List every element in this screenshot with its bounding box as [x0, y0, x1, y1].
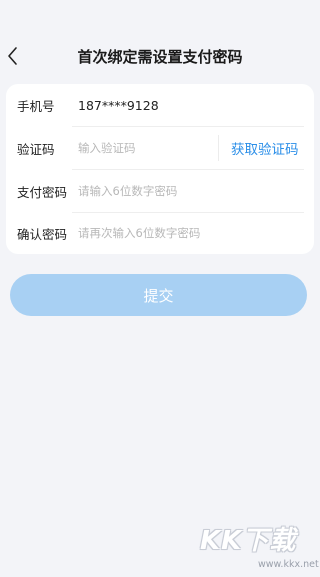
code-label: 验证码 [17, 141, 55, 157]
pay-password-row: 支付密码 [6, 170, 314, 212]
submit-button[interactable]: 提交 [10, 274, 307, 316]
phone-label: 手机号 [17, 98, 55, 114]
phone-row: 手机号 187****9128 [6, 84, 314, 126]
pay-password-input[interactable] [78, 184, 298, 198]
code-input[interactable] [78, 141, 218, 155]
phone-value: 187****9128 [78, 97, 159, 113]
confirm-password-input[interactable] [78, 226, 298, 240]
confirm-password-row: 确认密码 [6, 212, 314, 254]
pay-password-label: 支付密码 [17, 184, 68, 200]
get-code-button[interactable]: 获取验证码 [231, 138, 299, 158]
header-bar: 首次绑定需设置支付密码 [0, 0, 320, 80]
code-row: 验证码 获取验证码 [6, 127, 314, 169]
page-title: 首次绑定需设置支付密码 [77, 48, 243, 66]
watermark-url: www.kkx.net [258, 559, 319, 570]
confirm-password-label: 确认密码 [17, 226, 68, 242]
form-card: 手机号 187****9128 验证码 获取验证码 支付密码 确认密码 [6, 84, 314, 254]
vertical-divider [218, 135, 219, 161]
watermark-logo: KK下载 [200, 526, 297, 556]
watermark: KK下载 www.kkx.net [200, 520, 320, 577]
